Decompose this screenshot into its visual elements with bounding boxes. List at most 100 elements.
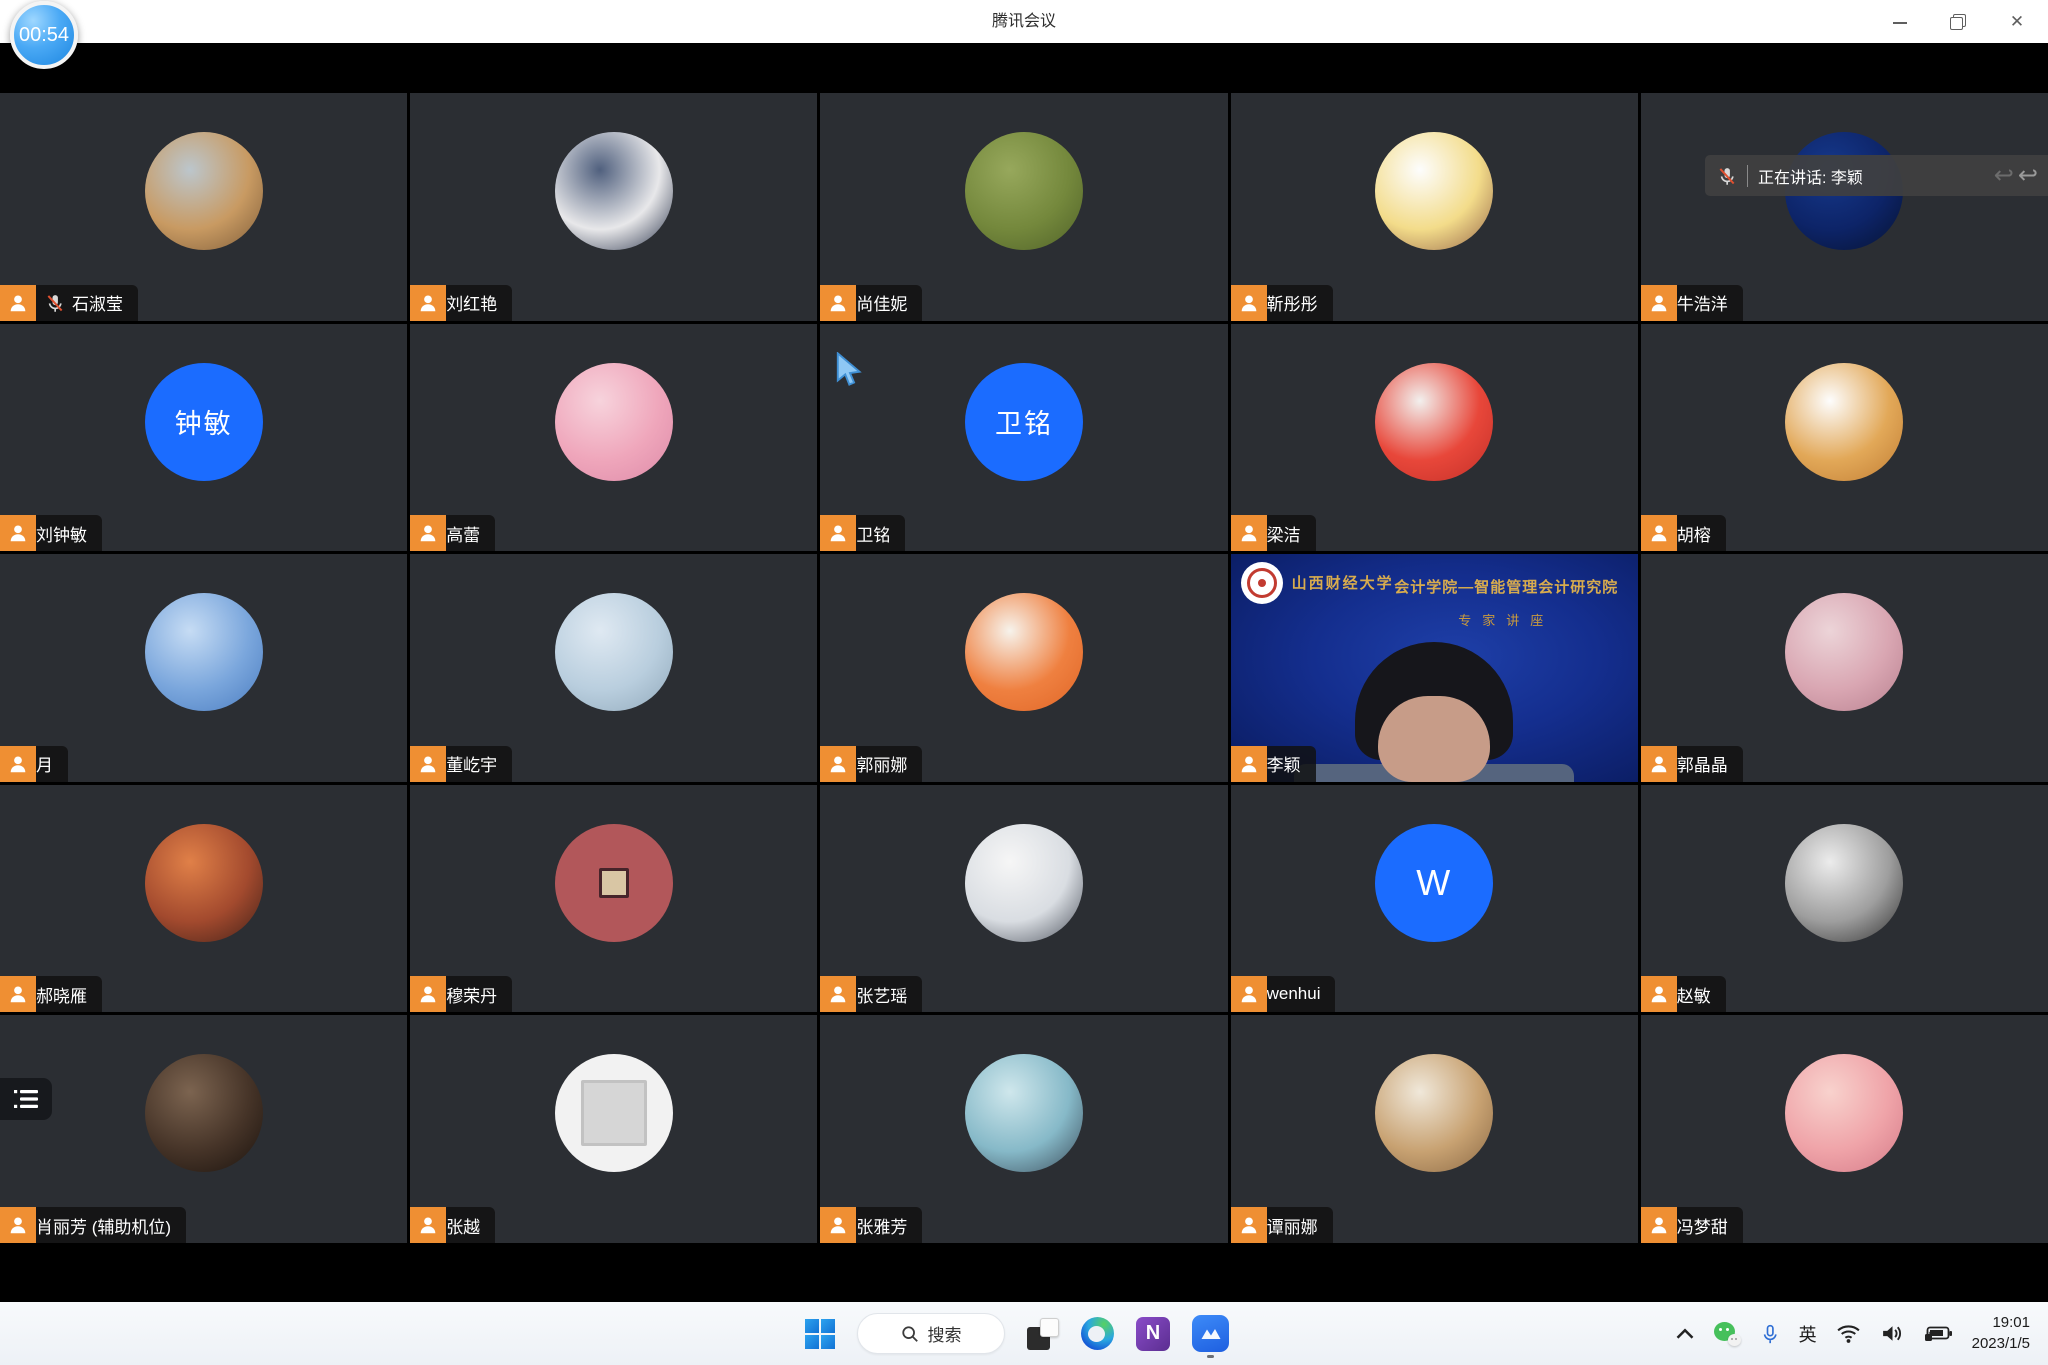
edge-browser-icon[interactable]	[1081, 1317, 1114, 1350]
participant-name: 赵敏	[1677, 982, 1711, 1007]
taskbar-search[interactable]: 搜索	[857, 1313, 1005, 1354]
participant-cell[interactable]: 肖丽芳 (辅助机位)	[0, 1015, 407, 1243]
participant-cell[interactable]: 山西财经大学 会计学院—智能管理会计研究院 专家讲座 李颖	[1231, 554, 1638, 782]
mic-status-icon	[45, 293, 65, 313]
meeting-timer-value: 00:54	[19, 24, 69, 47]
host-badge-icon	[410, 1207, 446, 1243]
participant-avatar	[1375, 1054, 1493, 1172]
participant-cell[interactable]: 赵敏	[1641, 785, 2048, 1013]
host-badge-icon	[1641, 515, 1677, 551]
wifi-icon[interactable]	[1836, 1323, 1861, 1344]
host-badge-icon	[0, 285, 36, 321]
participant-cell[interactable]: 梁洁	[1231, 324, 1638, 552]
participant-name: 肖丽芳 (辅助机位)	[36, 1213, 171, 1238]
participant-cell[interactable]: W wenhui	[1231, 785, 1638, 1013]
title-bar: 腾讯会议	[0, 0, 2048, 43]
participant-avatar	[965, 132, 1083, 250]
participant-cell[interactable]: 郭晶晶	[1641, 554, 2048, 782]
participant-cell[interactable]: 张艺瑶	[820, 785, 1227, 1013]
start-button[interactable]	[805, 1319, 835, 1349]
participant-cell[interactable]: 胡榕	[1641, 324, 2048, 552]
participant-name: 梁洁	[1267, 521, 1301, 546]
host-badge-icon	[410, 746, 446, 782]
participant-list-toggle[interactable]	[0, 1078, 52, 1120]
host-badge-icon	[820, 976, 856, 1012]
participant-name: 穆荣丹	[446, 982, 497, 1007]
participant-cell[interactable]: 郝晓雁	[0, 785, 407, 1013]
participant-avatar: W	[1375, 824, 1493, 942]
participant-avatar	[1785, 593, 1903, 711]
participant-name: 月	[36, 751, 53, 776]
participant-avatar	[1375, 132, 1493, 250]
host-badge-icon	[820, 746, 856, 782]
participant-cell[interactable]: 靳彤彤	[1231, 93, 1638, 321]
participant-cell[interactable]: 张雅芳	[820, 1015, 1227, 1243]
host-badge-icon	[1641, 285, 1677, 321]
participant-cell[interactable]: 郭丽娜	[820, 554, 1227, 782]
participant-name-tag: 石淑莹	[36, 285, 138, 321]
microphone-icon[interactable]	[1760, 1322, 1780, 1346]
host-badge-icon	[410, 976, 446, 1012]
host-badge-icon	[1231, 976, 1267, 1012]
participant-name: 高蕾	[446, 521, 480, 546]
battery-charging-icon[interactable]	[1924, 1324, 1953, 1343]
participant-cell[interactable]: 刘红艳	[410, 93, 817, 321]
participant-cell[interactable]: 牛浩洋	[1641, 93, 2048, 321]
participant-avatar	[145, 1054, 263, 1172]
volume-icon[interactable]	[1880, 1323, 1905, 1344]
participant-cell[interactable]: 张越	[410, 1015, 817, 1243]
participant-cell[interactable]: 尚佳妮	[820, 93, 1227, 321]
undo-arrow-icon[interactable]: ↩	[1994, 164, 2014, 188]
chevron-up-icon[interactable]	[1675, 1327, 1695, 1341]
language-indicator[interactable]: 英	[1799, 1321, 1817, 1347]
tencent-meeting-taskbar-item[interactable]	[1192, 1315, 1229, 1358]
participant-name: 石淑莹	[72, 290, 123, 315]
host-badge-icon	[1231, 285, 1267, 321]
participant-name: 郭丽娜	[856, 751, 907, 776]
participant-cell[interactable]: 石淑莹	[0, 93, 407, 321]
clock-date: 2023/1/5	[1972, 1334, 2030, 1354]
onenote-icon[interactable]: N	[1136, 1317, 1170, 1351]
participant-avatar	[145, 824, 263, 942]
participant-name: 牛浩洋	[1677, 290, 1728, 315]
speaking-banner: 正在讲话: 李颖 ↩ ↩	[1705, 155, 2048, 196]
restore-button[interactable]	[1950, 14, 1966, 30]
participant-cell[interactable]: 月	[0, 554, 407, 782]
host-badge-icon	[410, 285, 446, 321]
minimize-button[interactable]	[1892, 14, 1908, 30]
participant-name: 尚佳妮	[856, 290, 907, 315]
video-slide-title: 会计学院—智能管理会计研究院	[1381, 576, 1632, 597]
participant-cell[interactable]: 钟敏 刘钟敏	[0, 324, 407, 552]
participant-name: 谭丽娜	[1267, 1213, 1318, 1238]
participant-cell[interactable]: 董屹宇	[410, 554, 817, 782]
host-badge-icon	[0, 515, 36, 551]
participant-cell[interactable]: 高蕾	[410, 324, 817, 552]
host-badge-icon	[1641, 1207, 1677, 1243]
participant-name: 冯梦甜	[1677, 1213, 1728, 1238]
speaker-silhouette	[1294, 647, 1574, 782]
participant-cell[interactable]: 穆荣丹	[410, 785, 817, 1013]
taskbar-clock[interactable]: 19:01 2023/1/5	[1972, 1313, 2030, 1354]
participant-avatar	[555, 1054, 673, 1172]
participant-name: 张雅芳	[856, 1213, 907, 1238]
participant-avatar	[145, 593, 263, 711]
participant-name: 卫铭	[856, 521, 890, 546]
close-button[interactable]: ✕	[2008, 14, 2026, 30]
participant-cell[interactable]: 谭丽娜	[1231, 1015, 1638, 1243]
participant-name: 刘红艳	[446, 290, 497, 315]
wechat-icon[interactable]	[1714, 1322, 1741, 1346]
running-indicator	[1207, 1355, 1214, 1358]
participant-avatar	[965, 1054, 1083, 1172]
participant-name: 靳彤彤	[1267, 290, 1318, 315]
window-switcher-icon[interactable]	[1027, 1318, 1059, 1350]
meeting-timer-badge[interactable]: 00:54	[10, 1, 78, 69]
banner-mic-icon	[1717, 166, 1737, 186]
participant-cell[interactable]: 卫铭 卫铭	[820, 324, 1227, 552]
undo-arrow-icon[interactable]: ↩	[2018, 164, 2038, 188]
participant-cell[interactable]: 冯梦甜	[1641, 1015, 2048, 1243]
host-badge-icon	[820, 285, 856, 321]
participant-avatar	[555, 593, 673, 711]
participant-avatar	[555, 363, 673, 481]
host-badge-icon	[1231, 746, 1267, 782]
host-badge-icon	[410, 515, 446, 551]
